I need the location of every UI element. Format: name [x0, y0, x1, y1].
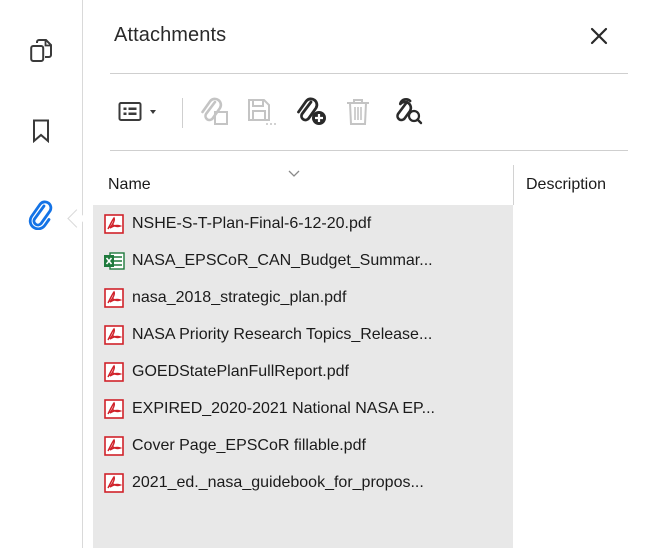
file-row[interactable]: Cover Page_EPSCoR fillable.pdf [93, 428, 513, 464]
toolbar-separator [182, 98, 183, 128]
pdf-file-icon [103, 472, 125, 494]
open-attachment-icon [201, 97, 228, 125]
file-name: 2021_ed._nasa_guidebook_for_propos... [132, 474, 424, 491]
column-header-description[interactable]: Description [526, 176, 606, 194]
file-row[interactable]: NASA_EPSCoR_CAN_Budget_Summar... [93, 243, 513, 279]
search-attachment-icon [396, 98, 423, 125]
column-header-name[interactable]: Name [108, 176, 151, 194]
file-name: Cover Page_EPSCoR fillable.pdf [132, 437, 366, 454]
column-divider[interactable] [513, 165, 514, 205]
file-row[interactable]: NSHE-S-T-Plan-Final-6-12-20.pdf [93, 206, 513, 242]
file-name: NASA_EPSCoR_CAN_Budget_Summar... [132, 252, 433, 269]
file-row[interactable]: 2021_ed._nasa_guidebook_for_propos... [93, 465, 513, 501]
file-name: NASA Priority Research Topics_Release... [132, 326, 433, 343]
paperclip-icon[interactable] [26, 200, 56, 230]
attachments-panel: Attachments Name Description NSHE-S-T-Pl… [83, 0, 648, 548]
save-attachment-button[interactable] [244, 92, 278, 132]
search-attachment-button[interactable] [390, 92, 426, 132]
pdf-file-icon [103, 213, 125, 235]
pdf-file-icon [103, 324, 125, 346]
excel-file-icon [103, 250, 125, 272]
open-attachment-button[interactable] [198, 92, 232, 132]
delete-attachment-button[interactable] [342, 92, 374, 132]
attachments-toolbar [110, 92, 630, 136]
list-options-icon [118, 102, 156, 121]
pdf-file-icon [103, 287, 125, 309]
save-attachment-icon [248, 99, 276, 125]
file-name: NSHE-S-T-Plan-Final-6-12-20.pdf [132, 215, 372, 232]
pdf-file-icon [103, 435, 125, 457]
divider [110, 150, 628, 151]
close-icon [590, 27, 608, 45]
file-row[interactable]: GOEDStatePlanFullReport.pdf [93, 354, 513, 390]
file-name: EXPIRED_2020-2021 National NASA EP... [132, 400, 435, 417]
add-attachment-icon [297, 97, 326, 125]
list-options-button[interactable] [110, 92, 172, 132]
file-name: nasa_2018_strategic_plan.pdf [132, 289, 347, 306]
sort-chevron-down-icon[interactable] [288, 165, 300, 183]
close-button[interactable] [587, 24, 611, 48]
copy-pages-icon[interactable] [26, 36, 56, 66]
add-attachment-button[interactable] [294, 92, 330, 132]
pdf-file-icon [103, 361, 125, 383]
file-name: GOEDStatePlanFullReport.pdf [132, 363, 349, 380]
left-navigation-rail [0, 0, 83, 548]
file-row[interactable]: NASA Priority Research Topics_Release... [93, 317, 513, 353]
delete-icon [347, 99, 369, 125]
pdf-file-icon [103, 398, 125, 420]
file-row[interactable]: nasa_2018_strategic_plan.pdf [93, 280, 513, 316]
panel-title: Attachments [114, 24, 227, 46]
bookmark-icon[interactable] [26, 116, 56, 146]
file-row[interactable]: EXPIRED_2020-2021 National NASA EP... [93, 391, 513, 427]
divider [110, 73, 628, 74]
